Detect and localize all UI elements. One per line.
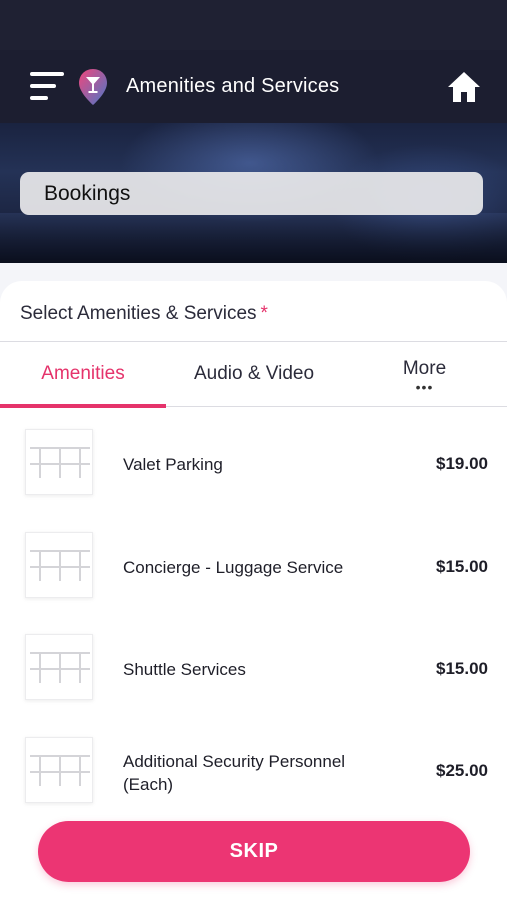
tab-amenities[interactable]: Amenities <box>0 342 166 406</box>
bookings-label: Bookings <box>44 181 131 205</box>
list-item[interactable]: Shuttle Services $15.00 <box>0 612 507 714</box>
item-name: Concierge - Luggage Service <box>123 558 344 577</box>
list-item[interactable]: Concierge - Luggage Service $15.00 <box>0 510 507 612</box>
skip-button[interactable]: SKIP <box>38 821 470 882</box>
item-price: $15.00 <box>436 557 488 576</box>
item-name: Additional Security Personnel (Each) <box>123 752 346 794</box>
tab-more-label: More <box>402 358 447 379</box>
image-placeholder-icon <box>25 532 93 598</box>
hero-banner: Bookings <box>0 123 507 263</box>
hamburger-menu-icon[interactable] <box>30 72 64 102</box>
item-price: $25.00 <box>436 761 488 780</box>
section-title: Select Amenities & Services * <box>20 303 268 324</box>
cocktail-location-pin-icon <box>79 69 107 105</box>
item-name: Shuttle Services <box>123 660 246 679</box>
app-bar: Amenities and Services <box>0 50 507 123</box>
image-placeholder-icon <box>25 429 93 495</box>
item-price: $15.00 <box>436 659 488 678</box>
amenities-card: Select Amenities & Services * Amenities A… <box>0 281 507 900</box>
image-placeholder-icon <box>25 634 93 700</box>
required-mark: * <box>260 303 268 324</box>
list-item[interactable]: Additional Security Personnel (Each) $25… <box>0 715 507 817</box>
home-icon[interactable] <box>446 70 482 104</box>
more-dots-icon: ••• <box>415 379 434 395</box>
tab-audio-video[interactable]: Audio & Video <box>166 342 342 406</box>
item-price: $19.00 <box>436 454 488 473</box>
tab-more[interactable]: More ••• <box>342 342 507 406</box>
item-name: Valet Parking <box>123 455 223 474</box>
tab-bar: Amenities Audio & Video More ••• <box>0 341 507 408</box>
image-placeholder-icon <box>25 737 93 803</box>
status-bar <box>0 0 507 50</box>
bookings-field[interactable]: Bookings <box>20 172 483 215</box>
list-item[interactable]: Valet Parking $19.00 <box>0 407 507 509</box>
page-title: Amenities and Services <box>126 75 340 97</box>
